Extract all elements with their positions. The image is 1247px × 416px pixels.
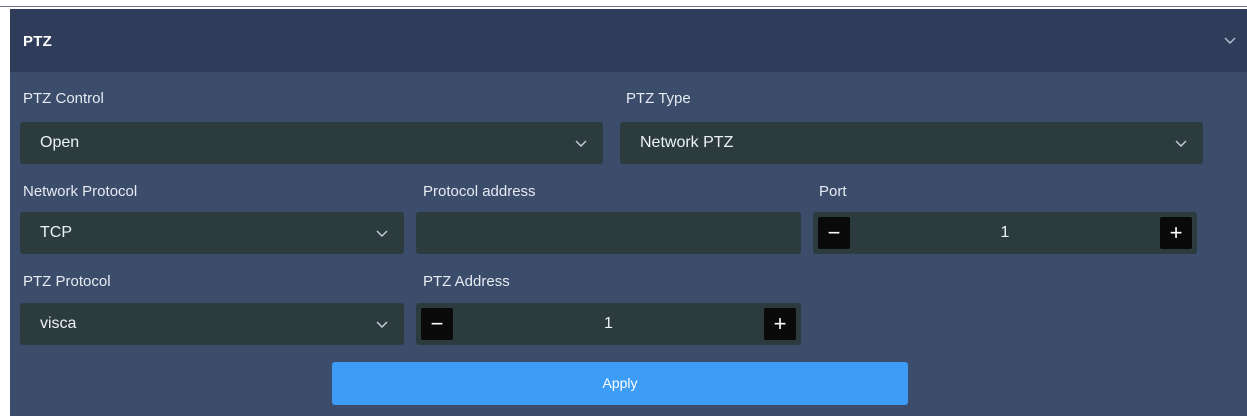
ptz-control-value: Open [40, 134, 80, 151]
panel-title: PTZ [23, 33, 52, 50]
port-increment-button[interactable]: + [1160, 217, 1192, 249]
chevron-down-icon[interactable] [1221, 31, 1239, 49]
ptz-type-label: PTZ Type [626, 90, 691, 107]
ptz-panel: PTZ PTZ Control Open PTZ Type Network PT… [10, 9, 1247, 416]
chevron-down-icon [575, 140, 587, 147]
ptz-type-select[interactable]: Network PTZ [620, 122, 1203, 164]
chevron-down-icon [1175, 140, 1187, 147]
ptz-control-select[interactable]: Open [20, 122, 603, 164]
ptz-address-increment-button[interactable]: + [764, 308, 796, 340]
ptz-address-stepper[interactable]: − 1 + [416, 303, 801, 345]
port-value: 1 [1000, 224, 1010, 241]
protocol-address-label: Protocol address [423, 183, 536, 200]
ptz-control-label: PTZ Control [23, 90, 104, 107]
apply-button[interactable]: Apply [332, 362, 908, 405]
ptz-address-value: 1 [604, 315, 613, 332]
port-stepper[interactable]: − 1 + [813, 212, 1197, 254]
panel-header[interactable]: PTZ [10, 9, 1247, 72]
top-divider [0, 0, 1247, 7]
chevron-down-icon [376, 321, 388, 328]
port-label: Port [819, 183, 847, 200]
network-protocol-value: TCP [40, 224, 72, 241]
ptz-protocol-label: PTZ Protocol [23, 273, 111, 290]
ptz-type-value: Network PTZ [640, 134, 734, 151]
ptz-address-label: PTZ Address [423, 273, 510, 290]
ptz-protocol-value: visca [40, 315, 77, 332]
network-protocol-select[interactable]: TCP [20, 212, 404, 254]
protocol-address-input[interactable] [416, 212, 801, 254]
network-protocol-label: Network Protocol [23, 183, 138, 200]
chevron-down-icon [376, 230, 388, 237]
ptz-protocol-select[interactable]: visca [20, 303, 404, 345]
